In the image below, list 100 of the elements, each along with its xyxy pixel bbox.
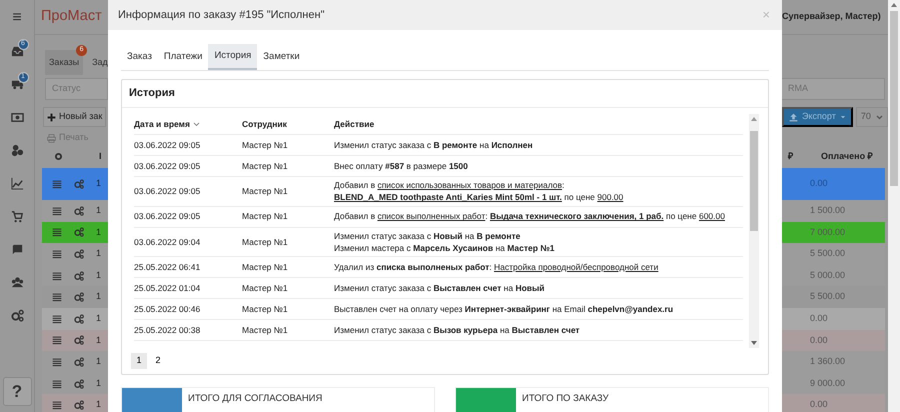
table-row[interactable]: 0.00	[782, 330, 885, 352]
table-cell-text: 1	[96, 312, 102, 326]
table-cell-text: 5 500.00	[810, 290, 846, 304]
table-cell-text: Мастер №1	[242, 138, 289, 152]
table-cell-text: 25.05.2022 06:41	[134, 260, 202, 274]
link[interactable]: 600.00	[698, 211, 725, 222]
upload-icon	[789, 112, 798, 122]
tab[interactable]: Заметки	[257, 44, 306, 70]
table-cell-text: 5 000.00	[810, 268, 846, 282]
table-cell-text: Мастер №1	[242, 160, 289, 172]
gears-icon	[74, 400, 84, 410]
table-cell-text: 03.06.2022 09:05	[134, 160, 202, 172]
table-cell-text: 25.05.2022 00:38	[134, 324, 202, 337]
table-cell-text: 1 360.00	[810, 355, 846, 368]
circles-icon[interactable]	[10, 144, 24, 157]
action-text: Добавил в список использованных товаров и материалов: BLEND_A_MED toothpaste Anti_Karies Mint 50ml - 1 шт. по цене 900.00	[334, 179, 624, 204]
chart-icon[interactable]	[10, 177, 24, 190]
link[interactable]: Выдача технического заключения, 1 раб.	[490, 211, 664, 222]
list-icon	[52, 292, 62, 302]
tab[interactable]: Заказ	[121, 44, 158, 70]
summary-title: ИТОГО ПО ЗАКАЗУ	[521, 392, 609, 406]
gears-icon[interactable]	[10, 309, 24, 322]
action-text: Внес оплату #587 в размере 1500	[334, 160, 469, 172]
gears-icon	[74, 378, 84, 389]
action-text: Добавил в список выполненных работ: Выдача технического заключения, 1 раб. по цене 600.00	[334, 210, 726, 223]
table-cell-text: 1	[96, 334, 102, 347]
table-row[interactable]: 0.00	[782, 394, 885, 412]
table-cell-text: Мастер №1	[242, 324, 289, 337]
list-icon	[52, 206, 62, 216]
list-icon	[52, 179, 62, 189]
link[interactable]: список выполненных работ	[377, 211, 486, 222]
summary-title: ИТОГО ДЛЯ СОГЛАСОВАНИЯ	[187, 392, 322, 406]
chevron-icon	[876, 114, 883, 120]
sort-chevron-icon	[192, 120, 200, 128]
gears-icon	[74, 292, 84, 302]
truck-icon[interactable]	[10, 78, 24, 91]
link[interactable]: BLEND_A_MED toothpaste Anti_Karies Mint 50ml - 1 шт.	[334, 192, 562, 202]
column-header: I	[99, 150, 102, 163]
list-icon	[52, 356, 62, 367]
gears-icon	[74, 179, 84, 189]
table-cell-text: 25.05.2022 00:46	[134, 302, 202, 316]
table-row[interactable]: 1	[42, 222, 108, 244]
link[interactable]: список использованных товаров и материалов	[377, 180, 562, 190]
table-row[interactable]: 1	[42, 168, 108, 200]
action-text: Удалил из списка выполненых работ: Настройка проводной/беспроводной сети	[334, 261, 660, 274]
tab[interactable]: Платежи	[158, 44, 208, 70]
table-cell-text: 1	[96, 177, 102, 190]
card-title: История	[122, 80, 768, 108]
gears-icon	[74, 356, 84, 367]
tab[interactable]: Заказы	[45, 50, 84, 75]
scrollbar[interactable]	[749, 114, 759, 348]
banknote-icon[interactable]	[10, 111, 24, 124]
users-icon[interactable]	[10, 276, 24, 289]
action-text: Изменил статус заказа с Выставлен счет на Новый	[334, 282, 546, 294]
table-cell-text: 25.05.2022 01:04	[134, 282, 202, 295]
table-cell-text: 7 000.00	[810, 226, 846, 239]
list-icon	[52, 314, 62, 324]
printer-icon	[47, 134, 56, 142]
export-button[interactable]: Экспорт	[782, 107, 853, 127]
page-button[interactable]: 2	[150, 353, 166, 369]
list-icon	[52, 248, 62, 259]
table-cell-text: 0.00	[810, 334, 828, 347]
action-text: Выставлен счет на оплату через Интернет-эквайринг на Email chepelvn@yandex.ru	[334, 303, 674, 316]
gears-icon	[74, 335, 84, 346]
table-row[interactable]: 1	[42, 330, 108, 352]
table-cell-text: 03.06.2022 09:05	[134, 210, 202, 223]
table-cell-text: 03.06.2022 09:04	[134, 236, 202, 248]
gears-icon	[74, 227, 84, 238]
link[interactable]: Настройка проводной/беспроводной сети	[494, 262, 658, 272]
table-cell-text: Мастер №1	[242, 302, 289, 316]
app-logo: ПроМаст	[41, 7, 102, 26]
page-button[interactable]: 1	[131, 353, 147, 369]
gears-icon	[74, 314, 84, 324]
table-row[interactable]: 0.00	[782, 308, 885, 330]
tray-icon[interactable]	[10, 45, 24, 58]
table-cell-text: 1	[96, 355, 102, 368]
column-header: Сотрудник	[242, 118, 288, 130]
table-cell-text: 0.00	[810, 312, 828, 326]
action-text: Изменил статус заказа с В ремонте на Исполнен	[334, 138, 534, 152]
cart-icon[interactable]	[10, 210, 24, 223]
new-order-button[interactable]: Новый зак	[43, 107, 106, 127]
help-button[interactable]: ?	[2, 377, 32, 406]
menu-button[interactable]: ≡	[12, 0, 22, 35]
tab[interactable]: Зад	[88, 50, 108, 75]
scrollbar[interactable]	[888, 0, 900, 412]
table-cell-text: Мастер №1	[242, 260, 289, 274]
column-header[interactable]: Дата и время	[134, 118, 242, 130]
column-header: Действие	[334, 118, 376, 130]
table-row[interactable]: 1	[42, 308, 108, 330]
tab[interactable]: История	[208, 44, 258, 70]
table-cell-text: 1	[96, 247, 102, 260]
table-row[interactable]: 1	[42, 394, 108, 412]
table-cell-text: 1	[96, 290, 102, 304]
link[interactable]: 900.00	[597, 192, 624, 202]
table-cell-text: 1	[96, 376, 102, 390]
column-header: ₽	[788, 150, 793, 163]
modal-title: Информация по заказу #195 "Исполнен"	[118, 8, 324, 23]
gears-icon	[74, 206, 84, 216]
table-cell-text: 0.00	[810, 177, 828, 190]
list-icon	[52, 227, 62, 238]
